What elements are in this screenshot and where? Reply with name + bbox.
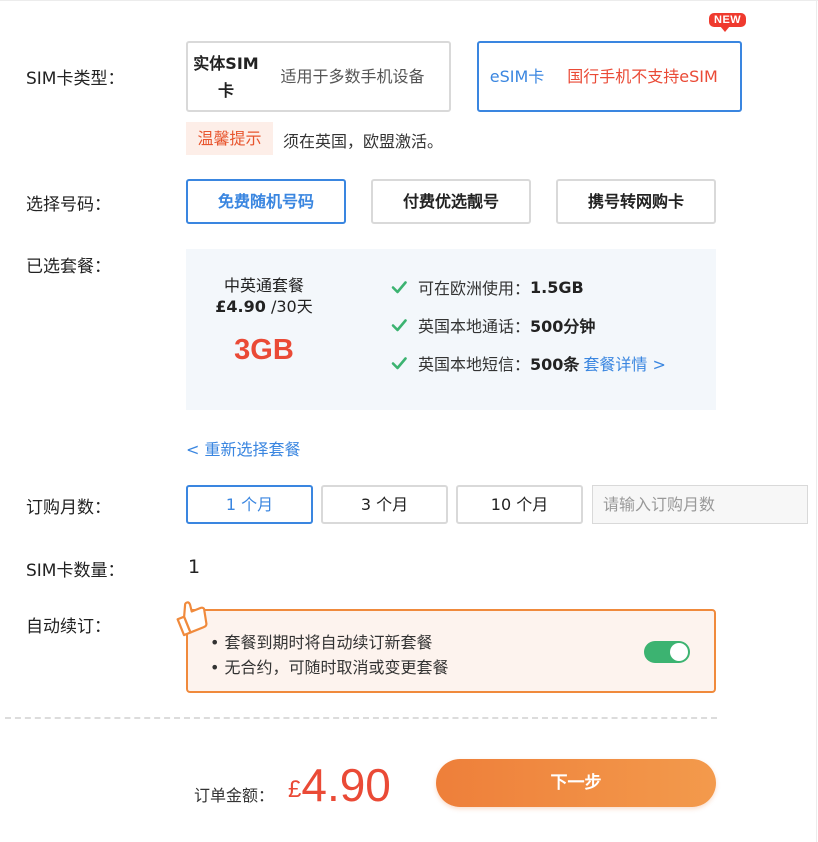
order-total-amount: 4.90 xyxy=(301,759,391,811)
feature-calls-text: 英国本地通话： xyxy=(418,317,531,336)
months-input[interactable]: 请输入订购月数 xyxy=(592,485,808,524)
auto-renew-toggle[interactable] xyxy=(644,641,690,663)
tip-text: 须在英国，欧盟激活。 xyxy=(283,132,444,151)
esim-desc: 国行手机不支持eSIM xyxy=(567,67,718,86)
toggle-knob xyxy=(670,643,688,661)
paid-premium-number-button[interactable]: 付费优选靓号 xyxy=(371,179,531,224)
check-icon xyxy=(391,357,407,370)
feature-sms: 英国本地短信： 500条 套餐详情 > xyxy=(390,351,666,375)
quantity-label: SIM卡数量： xyxy=(26,561,125,581)
check-icon xyxy=(391,281,407,294)
tip-tag: 温馨提示 xyxy=(186,122,273,155)
feature-europe-value: 1.5GB xyxy=(530,277,584,297)
month-option-1[interactable]: 1 个月 xyxy=(186,485,313,524)
free-random-number-button[interactable]: 免费随机号码 xyxy=(186,179,346,224)
plan-period: /30天 xyxy=(270,297,313,316)
plan-price-amount: £4.90 xyxy=(215,297,266,316)
plan-data-amount: 3GB xyxy=(234,334,294,366)
auto-renew-label: 自动续订： xyxy=(26,617,111,637)
physical-sim-title: 实体SIM卡 xyxy=(193,53,259,100)
feature-sms-text: 英国本地短信： xyxy=(418,355,531,374)
port-number-button[interactable]: 携号转网购卡 xyxy=(556,179,716,224)
feature-calls: 英国本地通话： 500分钟 xyxy=(390,313,595,337)
physical-sim-option[interactable]: 实体SIM卡 适用于多数手机设备 xyxy=(186,41,451,112)
plan-label: 已选套餐： xyxy=(26,257,111,277)
plan-details-link[interactable]: 套餐详情 > xyxy=(583,351,666,375)
feature-europe-text: 可在欧洲使用： xyxy=(418,279,531,298)
auto-renew-line-2: • 无合约，可随时取消或变更套餐 xyxy=(210,658,449,677)
auto-renew-line-1: • 套餐到期时将自动续订新套餐 xyxy=(210,633,433,652)
next-step-button[interactable]: 下一步 xyxy=(436,759,716,807)
esim-title: eSIM卡 xyxy=(489,67,545,86)
auto-renew-box: • 套餐到期时将自动续订新套餐 • 无合约，可随时取消或变更套餐 xyxy=(186,609,716,693)
month-option-3[interactable]: 3 个月 xyxy=(321,485,448,524)
order-total-label: 订单金额： xyxy=(194,786,275,805)
feature-europe: 可在欧洲使用： 1.5GB xyxy=(390,275,584,299)
month-option-10[interactable]: 10 个月 xyxy=(456,485,583,524)
feature-sms-value: 500条 xyxy=(530,355,580,374)
physical-sim-desc: 适用于多数手机设备 xyxy=(280,67,425,86)
months-label: 订购月数： xyxy=(26,498,111,518)
order-total-price: £4.90 xyxy=(288,758,391,812)
number-label: 选择号码： xyxy=(26,195,111,215)
right-divider xyxy=(816,0,817,842)
check-icon xyxy=(391,319,407,332)
new-badge: NEW xyxy=(709,13,747,32)
quantity-value: 1 xyxy=(188,556,201,578)
plan-price: £4.90 /30天 xyxy=(186,293,342,317)
esim-option[interactable]: eSIM卡 国行手机不支持eSIM xyxy=(477,41,742,112)
reselect-plan-link[interactable]: < 重新选择套餐 xyxy=(186,436,301,460)
thumbs-up-icon xyxy=(176,601,208,637)
top-divider xyxy=(0,0,818,1)
sim-type-label: SIM卡类型： xyxy=(26,69,125,89)
footer-divider xyxy=(5,717,717,719)
currency-symbol: £ xyxy=(288,776,302,803)
feature-calls-value: 500分钟 xyxy=(530,317,596,336)
